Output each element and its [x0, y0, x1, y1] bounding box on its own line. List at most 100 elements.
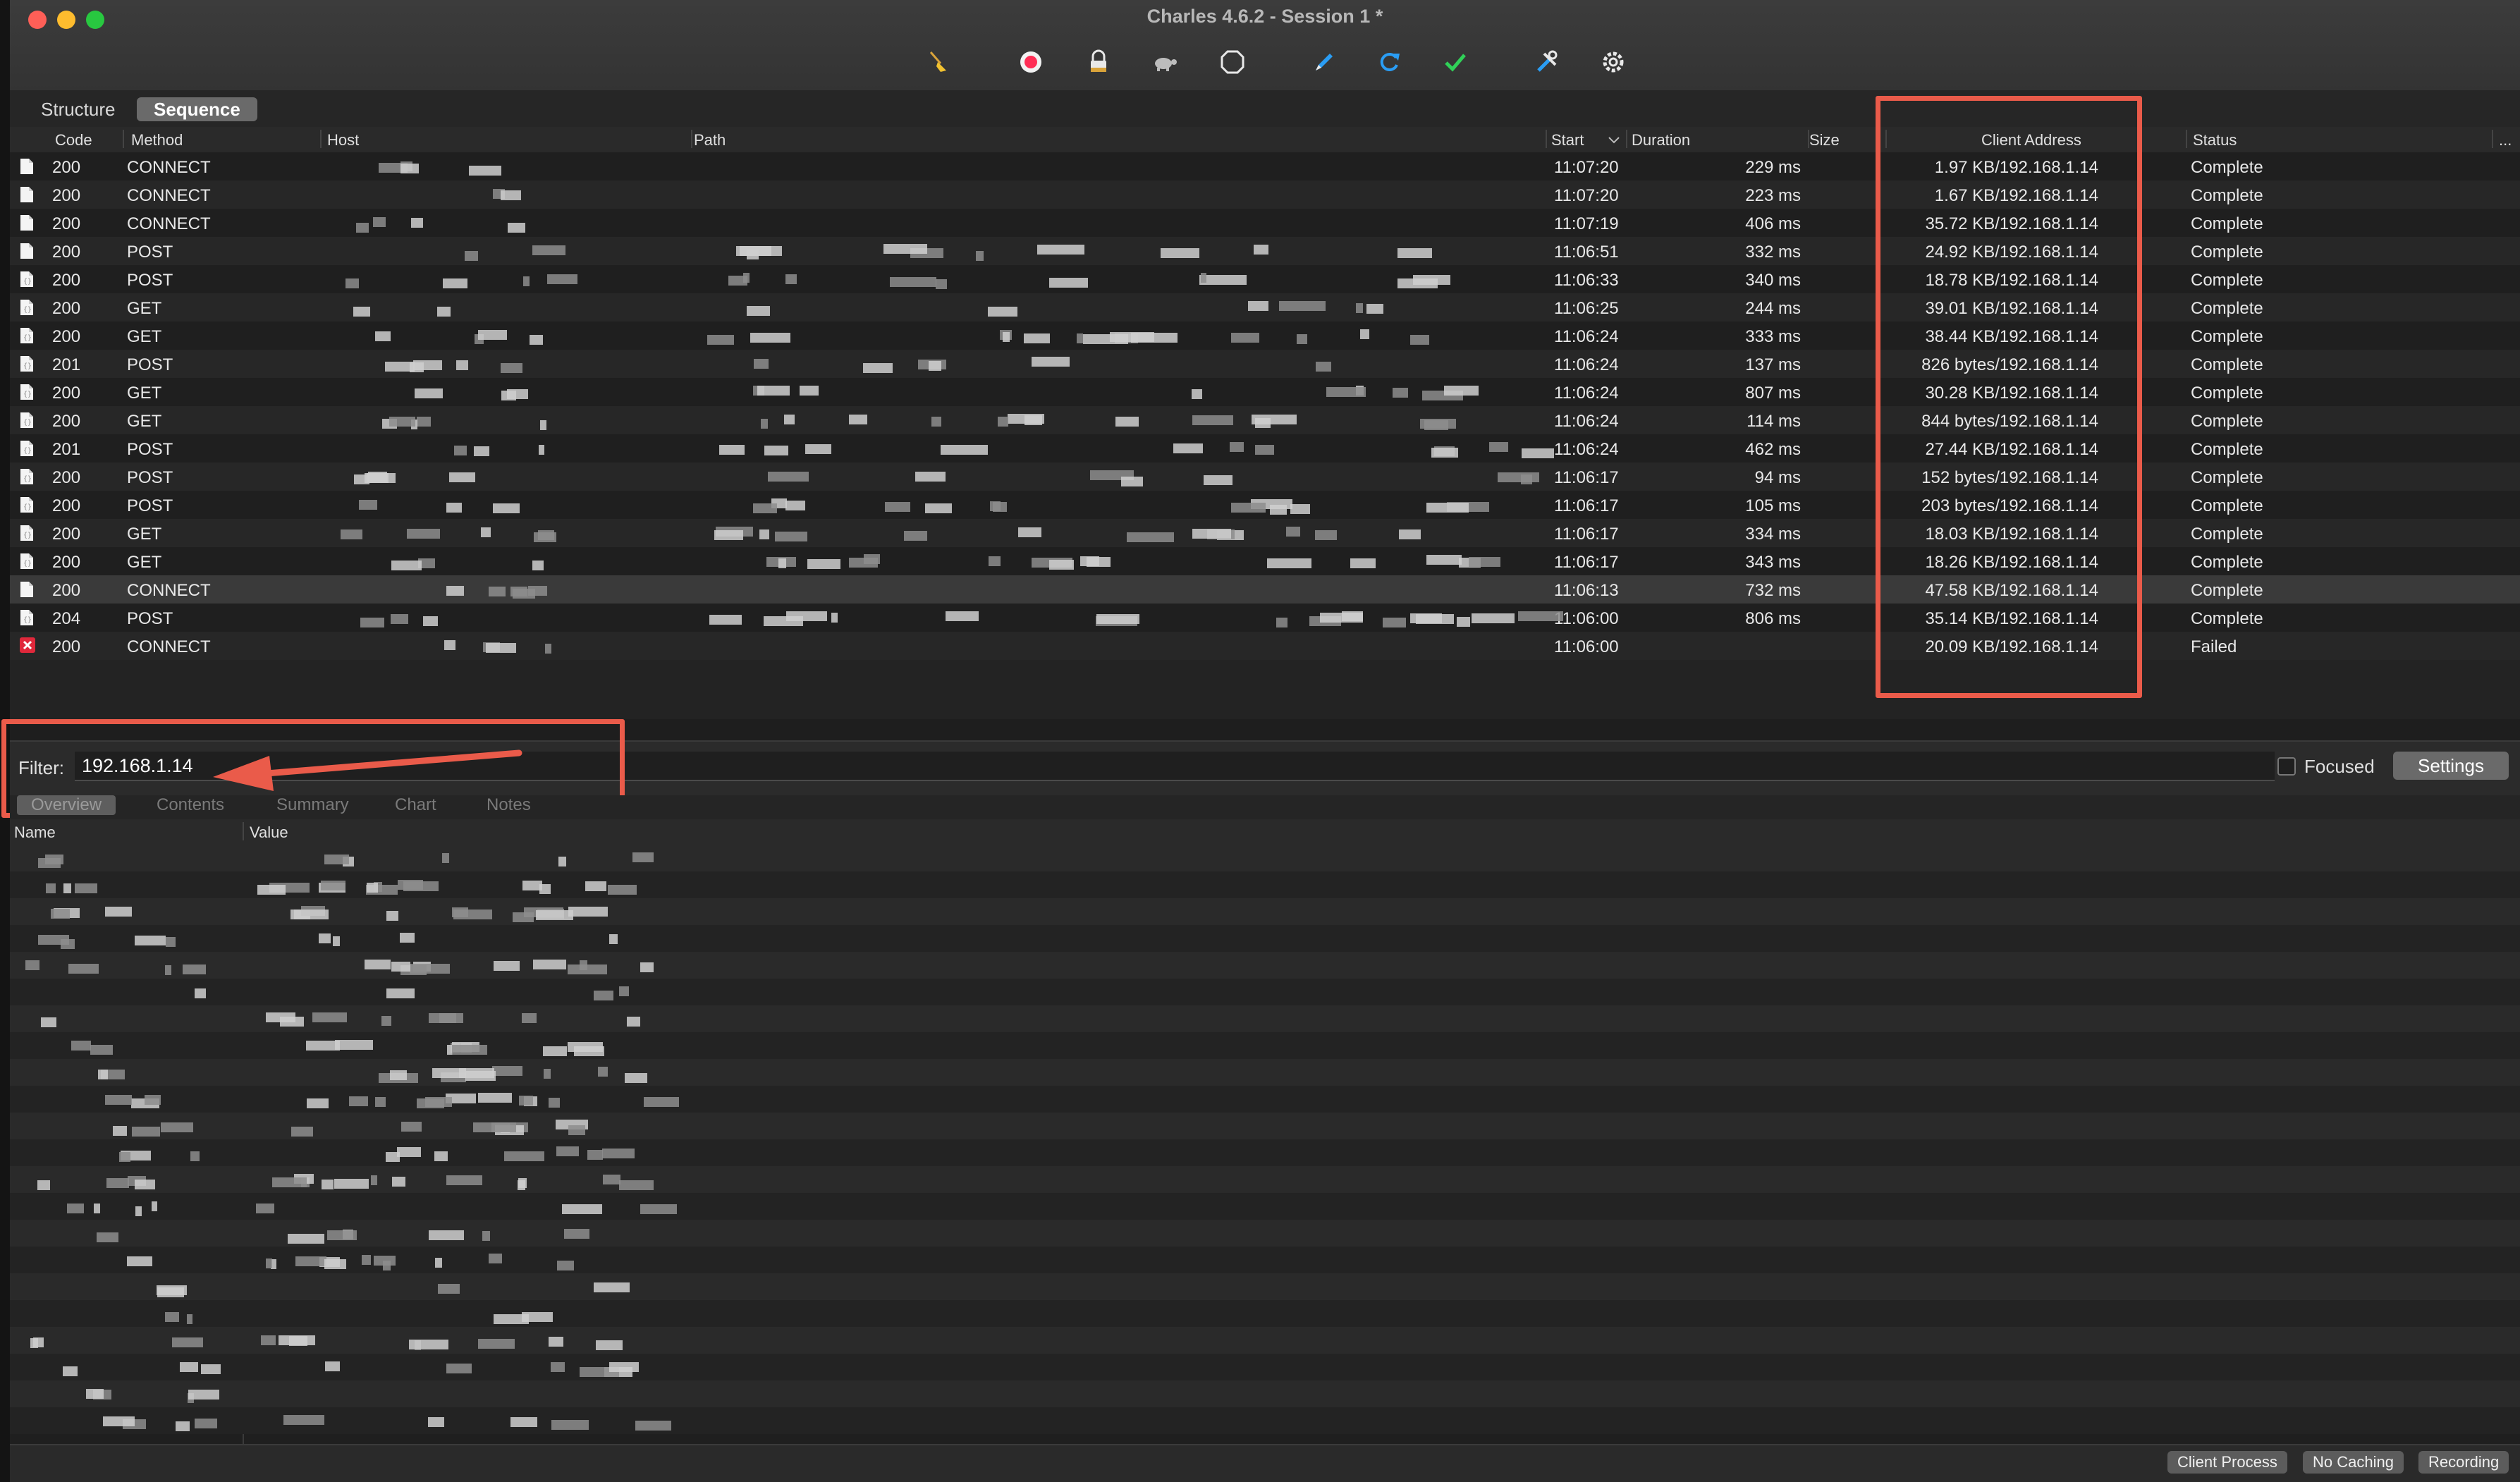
refresh-icon[interactable] [1374, 47, 1405, 78]
http-method: GET [127, 384, 162, 403]
redacted-host [422, 616, 438, 626]
detail-row[interactable] [10, 1273, 2520, 1300]
http-method: CONNECT [127, 214, 211, 233]
charles-window: Charles 4.6.2 - Session 1 * Structure Se… [0, 0, 2520, 1482]
redacted-value [482, 1230, 491, 1241]
redacted-path [1231, 503, 1266, 513]
table-row[interactable]: {} 200 POST 11:06:17 94 ms 152 bytes/192.168.… [10, 463, 2520, 491]
redacted-host [353, 306, 370, 317]
tab-notes[interactable]: Notes [487, 795, 531, 815]
table-row[interactable]: 200 CONNECT 11:07:20 229 ms 1.97 KB/192.168.… [10, 152, 2520, 180]
column-header-start[interactable]: Start [1551, 131, 1584, 149]
table-row[interactable]: {} 200 POST 11:06:33 340 ms 18.78 KB/192.168.… [10, 265, 2520, 293]
table-row[interactable]: {} 201 POST 11:06:24 137 ms 826 bytes/192.168… [10, 350, 2520, 378]
detail-row[interactable] [10, 871, 2520, 898]
redacted-path [1286, 526, 1301, 537]
detail-row[interactable] [10, 1380, 2520, 1407]
table-row[interactable]: 200 CONNECT 11:06:13 732 ms 47.58 KB/192.168… [10, 575, 2520, 604]
column-chooser-button[interactable]: ... [2499, 131, 2512, 149]
client-address-highlight [1876, 96, 2142, 698]
column-header-size[interactable]: Size [1809, 131, 1840, 149]
detail-row[interactable] [10, 1059, 2520, 1086]
tab-structure[interactable]: Structure [24, 97, 133, 121]
column-header-status[interactable]: Status [2193, 131, 2237, 149]
column-header-path[interactable]: Path [694, 131, 726, 149]
redacted-value [288, 1233, 325, 1244]
client-process-button[interactable]: Client Process [2167, 1451, 2287, 1474]
table-row[interactable]: {} 200 POST 11:06:17 105 ms 203 bytes/192.168… [10, 491, 2520, 519]
detail-row[interactable] [10, 1247, 2520, 1273]
detail-row[interactable] [10, 952, 2520, 979]
redacted-path [1413, 275, 1451, 286]
detail-row[interactable] [10, 898, 2520, 925]
detail-row[interactable] [10, 1086, 2520, 1113]
table-row[interactable]: 200 POST 11:06:51 332 ms 24.92 KB/192.168.1.… [10, 237, 2520, 265]
column-header-method[interactable]: Method [131, 131, 183, 149]
column-header-duration[interactable]: Duration [1632, 131, 1690, 149]
table-row[interactable]: {} 200 GET 11:06:25 244 ms 39.01 KB/192.168.1… [10, 293, 2520, 321]
detail-row[interactable] [10, 925, 2520, 952]
redacted-path [718, 445, 745, 455]
duration: 343 ms [1745, 553, 1801, 572]
table-row[interactable]: {} 200 GET 11:06:24 807 ms 30.28 KB/192.168.1… [10, 378, 2520, 406]
detail-row[interactable] [10, 1113, 2520, 1139]
record-icon[interactable] [1015, 47, 1046, 78]
detail-row[interactable] [10, 979, 2520, 1005]
redacted-host [468, 165, 501, 176]
no-caching-button[interactable]: No Caching [2303, 1451, 2404, 1474]
redacted-path [915, 471, 946, 482]
tab-sequence[interactable]: Sequence [137, 97, 257, 121]
detail-row[interactable] [10, 1220, 2520, 1247]
redacted-value [518, 1177, 527, 1188]
tab-contents[interactable]: Contents [157, 795, 224, 815]
redacted-value [556, 1146, 580, 1157]
broom-icon[interactable] [924, 47, 955, 78]
table-row[interactable]: 200 CONNECT 11:07:20 223 ms 1.67 KB/192.168.… [10, 180, 2520, 209]
detail-row[interactable] [10, 845, 2520, 871]
redacted-path [998, 417, 1008, 427]
table-row[interactable]: {} 200 GET 11:06:24 114 ms 844 bytes/192.168.… [10, 406, 2520, 434]
table-row[interactable]: {} 201 POST 11:06:24 462 ms 27.44 KB/192.168.… [10, 434, 2520, 463]
tab-summary[interactable]: Summary [276, 795, 349, 815]
detail-row[interactable] [10, 1005, 2520, 1032]
turtle-icon[interactable] [1149, 47, 1180, 78]
table-row[interactable]: {} 200 GET 11:06:24 333 ms 38.44 KB/192.168.1… [10, 321, 2520, 350]
table-row[interactable]: {} 200 GET 11:06:17 334 ms 18.03 KB/192.168.1… [10, 519, 2520, 547]
table-row[interactable]: 200 CONNECT 11:07:19 406 ms 35.72 KB/192.168… [10, 209, 2520, 237]
column-header-code[interactable]: Code [55, 131, 92, 149]
detail-row[interactable] [10, 1032, 2520, 1059]
table-row[interactable]: {} 204 POST 11:06:00 806 ms 35.14 KB/192.168.… [10, 604, 2520, 632]
sort-chevron-icon [1608, 137, 1620, 144]
settings-button[interactable]: Settings [2393, 752, 2509, 780]
duration: 137 ms [1745, 355, 1801, 374]
column-header-value[interactable]: Value [250, 823, 288, 842]
detail-row[interactable] [10, 1139, 2520, 1166]
focused-checkbox[interactable] [2277, 757, 2296, 776]
detail-row[interactable] [10, 1327, 2520, 1354]
tab-chart[interactable]: Chart [395, 795, 436, 815]
detail-row[interactable] [10, 1354, 2520, 1380]
redacted-value [568, 907, 608, 917]
stop-icon[interactable] [1217, 47, 1248, 78]
detail-row[interactable] [10, 1407, 2520, 1434]
detail-row[interactable] [10, 1193, 2520, 1220]
check-icon[interactable] [1440, 47, 1471, 78]
redacted-name [75, 883, 98, 894]
detail-row[interactable] [10, 1300, 2520, 1327]
pen-icon[interactable] [1309, 47, 1340, 78]
column-header-host[interactable]: Host [327, 131, 359, 149]
tools-icon[interactable] [1531, 47, 1562, 78]
redacted-name [50, 909, 71, 919]
table-row[interactable]: 200 CONNECT 11:06:00 20.09 KB/192.168.1.14 F… [10, 632, 2520, 660]
redacted-value [361, 1254, 371, 1265]
detail-row[interactable] [10, 1166, 2520, 1193]
lock-icon[interactable] [1083, 47, 1114, 78]
recording-button[interactable]: Recording [2418, 1451, 2509, 1474]
redacted-value [305, 1041, 340, 1051]
redacted-name [104, 907, 132, 917]
document-icon [20, 243, 35, 259]
column-header-name[interactable]: Name [14, 823, 56, 842]
gear-icon[interactable] [1598, 47, 1629, 78]
table-row[interactable]: {} 200 GET 11:06:17 343 ms 18.26 KB/192.168.1… [10, 547, 2520, 575]
tab-overview[interactable]: Overview [17, 795, 116, 815]
